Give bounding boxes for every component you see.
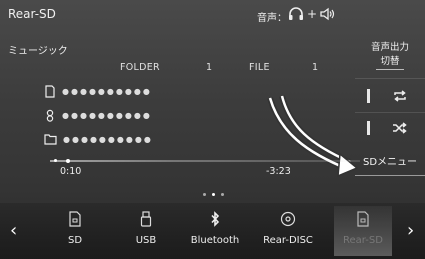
source-usb[interactable]: USB bbox=[117, 206, 175, 256]
audio-output-line1: 音声出力 bbox=[370, 42, 409, 53]
file-number: 1 bbox=[312, 62, 319, 73]
sd-card-icon bbox=[334, 208, 392, 230]
folder-name: ●●●●●●●●●● bbox=[63, 134, 153, 144]
section-title: ミュージック bbox=[8, 46, 68, 57]
divider bbox=[355, 112, 425, 113]
remaining-time: -3:23 bbox=[266, 166, 291, 177]
source-sd[interactable]: SD bbox=[46, 206, 104, 256]
divider bbox=[355, 78, 425, 79]
top-bar bbox=[0, 0, 425, 30]
usb-icon bbox=[117, 208, 175, 230]
sd-menu-button[interactable]: SDメニュー bbox=[355, 150, 425, 176]
artist-row: ●●●●●●●●●● bbox=[44, 107, 152, 123]
source-rear-sd[interactable]: Rear-SD bbox=[334, 206, 392, 256]
audio-label: 音声： bbox=[257, 13, 287, 24]
track-title-row: ●●●●●●●●●● bbox=[44, 83, 152, 99]
audio-indicator: + bbox=[288, 6, 336, 22]
sd-card-icon bbox=[46, 208, 104, 230]
artist-name: ●●●●●●●●●● bbox=[62, 110, 152, 120]
headphones-icon bbox=[289, 7, 303, 20]
folder-number: 1 bbox=[206, 62, 213, 73]
shuffle-icon bbox=[393, 122, 407, 134]
shuffle-button[interactable] bbox=[363, 116, 419, 140]
source-title: Rear-SD bbox=[8, 7, 56, 21]
source-label: Rear-DISC bbox=[263, 235, 313, 246]
page-indicator bbox=[203, 193, 224, 196]
track-title: ●●●●●●●●●● bbox=[62, 86, 152, 96]
folder-row: ●●●●●●●●●● bbox=[44, 131, 153, 147]
source-label: SD bbox=[67, 235, 83, 246]
source-label: Rear-SD bbox=[343, 235, 383, 246]
disc-icon bbox=[259, 208, 317, 230]
repeat-indicator bbox=[367, 89, 370, 103]
source-rear-disc[interactable]: Rear-DISC bbox=[259, 206, 317, 256]
speaker-icon bbox=[320, 7, 335, 21]
source-label: USB bbox=[135, 235, 157, 246]
audio-output-line2: 切替 bbox=[376, 55, 404, 70]
music-note-icon bbox=[45, 84, 55, 98]
prev-page-arrow[interactable]: ‹ bbox=[10, 220, 17, 241]
page-dot bbox=[221, 193, 224, 196]
repeat-button[interactable] bbox=[363, 84, 419, 108]
file-label: FILE bbox=[249, 62, 270, 73]
artist-icon bbox=[46, 109, 54, 122]
progress-handle[interactable] bbox=[65, 159, 70, 163]
folder-icon bbox=[44, 134, 57, 145]
repeat-icon bbox=[394, 90, 406, 102]
plus-icon: + bbox=[307, 7, 318, 21]
progress-start-marker bbox=[54, 159, 57, 162]
elapsed-time: 0:10 bbox=[60, 166, 82, 177]
bluetooth-icon bbox=[186, 208, 244, 230]
source-bluetooth[interactable]: Bluetooth bbox=[186, 206, 244, 256]
next-page-arrow[interactable]: › bbox=[407, 220, 414, 241]
progress-bar[interactable] bbox=[50, 160, 360, 162]
page-dot bbox=[212, 193, 215, 196]
source-label: Bluetooth bbox=[190, 235, 240, 246]
audio-output-button[interactable]: 音声出力 切替 bbox=[360, 30, 420, 72]
folder-label: FOLDER bbox=[120, 62, 160, 73]
page-dot bbox=[203, 193, 206, 196]
shuffle-indicator bbox=[367, 121, 370, 135]
